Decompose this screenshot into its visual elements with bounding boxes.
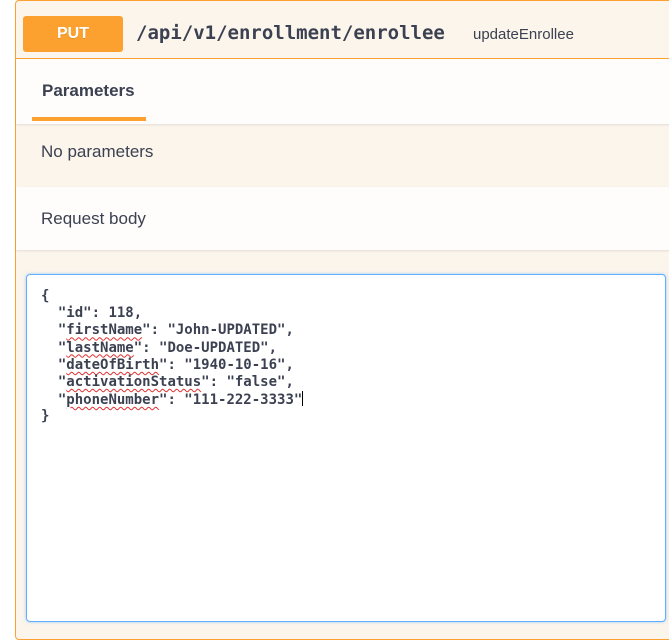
json-key: dateOfBirth (66, 356, 160, 373)
code-line: "id": 118, (41, 305, 143, 322)
request-body-title: Request body (41, 209, 146, 228)
operation-id: updateEnrollee (473, 26, 574, 43)
code-line: "phoneNumber": "111-222-3333" (41, 391, 304, 409)
tab-parameters[interactable]: Parameters (32, 59, 146, 121)
http-method-badge: PUT (23, 16, 123, 52)
parameters-tab-header: Parameters (16, 59, 669, 124)
request-body-header: Request body (16, 187, 669, 250)
json-key: activationStatus (66, 373, 202, 390)
tab-parameters-label: Parameters (42, 81, 135, 100)
code-line: } (41, 408, 50, 425)
json-key: phoneNumber (66, 392, 160, 409)
no-parameters-text: No parameters (41, 142, 154, 161)
code-line: "firstName": "John-UPDATED", (41, 322, 294, 339)
active-tab-indicator (32, 117, 146, 121)
operation-summary[interactable]: PUT /api/v1/enrollment/enrollee updateEn… (16, 1, 669, 59)
request-body-editor[interactable]: { "id": 118, "firstName": "John-UPDATED"… (26, 274, 666, 622)
code-line: "lastName": "Doe-UPDATED", (41, 339, 278, 356)
endpoint-path: /api/v1/enrollment/enrollee (136, 22, 445, 44)
code-line: "activationStatus": "false", (41, 373, 294, 390)
code-line: "dateOfBirth": "1940-10-16", (41, 356, 294, 373)
text-cursor (302, 391, 304, 407)
json-key: firstName (66, 322, 143, 339)
code-line: { (41, 288, 50, 304)
json-key: lastName (66, 339, 134, 356)
json-key: id (66, 305, 84, 322)
